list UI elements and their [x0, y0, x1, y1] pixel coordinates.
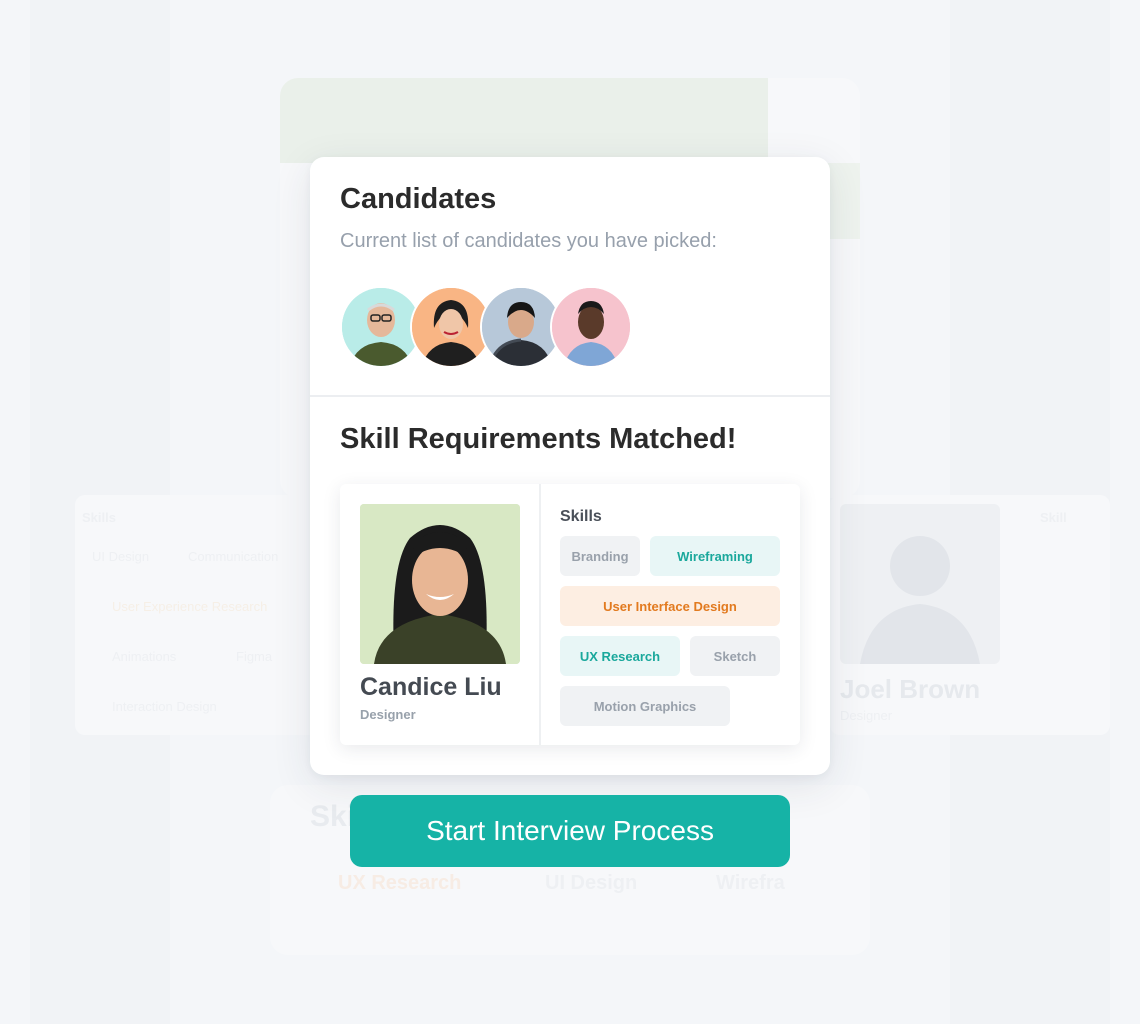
- candidates-title: Candidates: [340, 183, 497, 215]
- bg-person-role: Designer: [840, 708, 893, 723]
- skill-tag-ux-research[interactable]: UX Research: [560, 636, 680, 676]
- skills-heading: Skills: [560, 508, 602, 525]
- card-divider: [310, 395, 830, 397]
- match-title: Skill Requirements Matched!: [340, 423, 737, 455]
- candidates-card: Candidates Current list of candidates yo…: [310, 157, 830, 775]
- bg-skills-label: Skills: [82, 510, 116, 525]
- bg-bottom-tag: UI Design: [545, 872, 638, 894]
- bg-tag: UI Design: [92, 549, 150, 564]
- start-interview-button[interactable]: Start Interview Process: [350, 795, 790, 867]
- bg-bottom-tag: UX Research: [338, 872, 462, 894]
- candidate-profile-card[interactable]: Candice Liu Designer Skills Branding Wir…: [340, 484, 800, 745]
- skill-tag-branding[interactable]: Branding: [560, 536, 640, 576]
- bg-tag: Figma: [236, 649, 273, 664]
- skill-tag-user-interface-design[interactable]: User Interface Design: [560, 586, 780, 626]
- bg-person-photo: [840, 504, 1000, 664]
- candidates-subtitle: Current list of candidates you have pick…: [340, 230, 717, 252]
- bg-person-name: Joel Brown: [840, 674, 981, 704]
- candidate-avatar-4[interactable]: [550, 286, 632, 368]
- bg-tag: Animations: [112, 649, 177, 664]
- bg-green-block: [280, 78, 768, 163]
- skill-tag-wireframing[interactable]: Wireframing: [650, 536, 780, 576]
- bg-skills-label: Skill: [1040, 510, 1067, 525]
- skill-tag-motion-graphics[interactable]: Motion Graphics: [560, 686, 730, 726]
- profile-divider: [539, 484, 541, 745]
- skill-tag-sketch[interactable]: Sketch: [690, 636, 780, 676]
- candidate-photo: [360, 504, 520, 664]
- bg-bottom-title: Ski: [310, 800, 356, 833]
- bg-bottom-tag: Wirefra: [716, 872, 785, 894]
- bg-tag: Interaction Design: [112, 699, 217, 714]
- bg-tag: User Experience Research: [112, 599, 268, 614]
- candidate-role: Designer: [360, 707, 416, 722]
- candidate-name: Candice Liu: [360, 673, 502, 701]
- bg-tag: Communication: [188, 549, 279, 564]
